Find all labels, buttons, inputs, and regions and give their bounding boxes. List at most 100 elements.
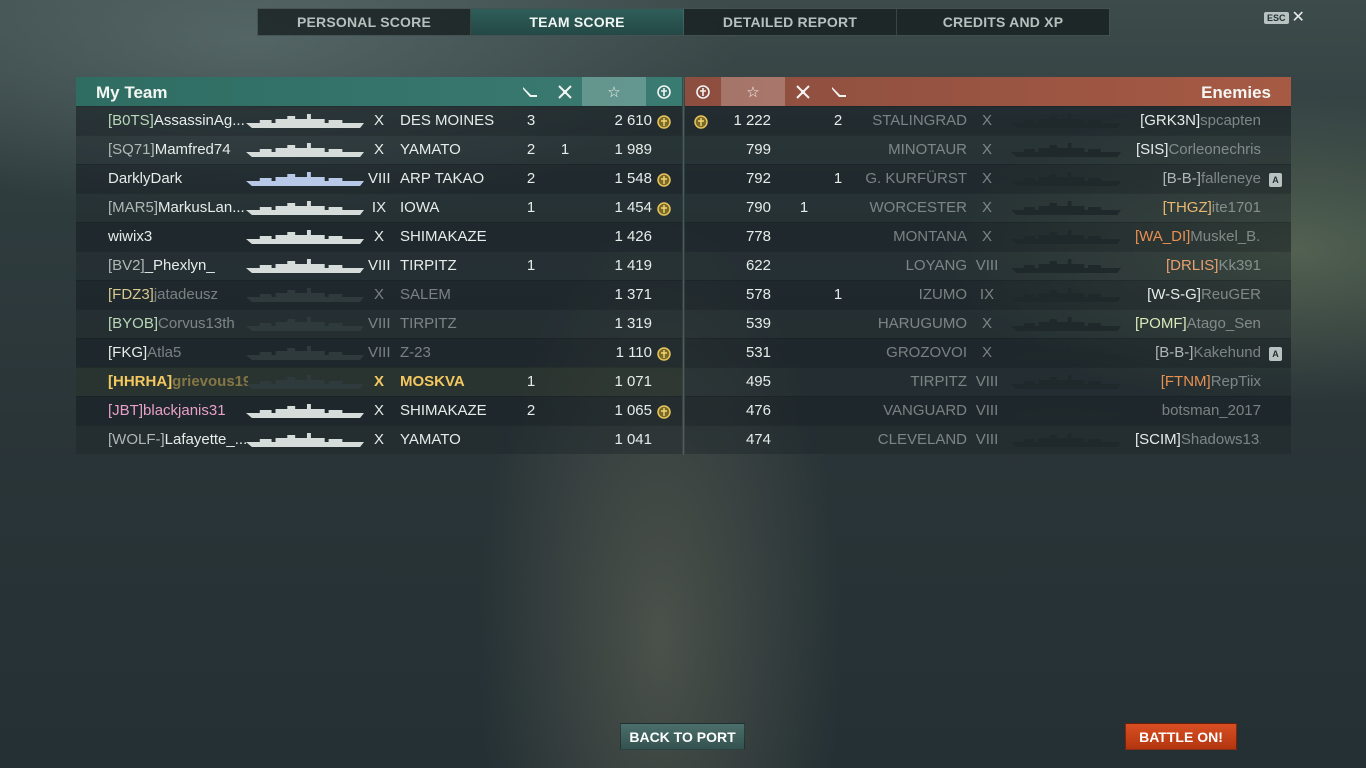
ship-name: HARUGUMO — [877, 315, 967, 332]
ship-name: ARP TAKAO — [400, 170, 485, 187]
player-name[interactable]: [THGZ]ite1701 — [1135, 199, 1261, 217]
player-nickname: AssassinAg... — [153, 112, 245, 129]
player-nickname: Mamfred74 — [154, 141, 231, 158]
table-row[interactable]: 1 222 2 STALINGRAD X [GRK3N]spcapten — [685, 106, 1291, 135]
table-row[interactable]: [JBT]blackjanis31 X SHIMAKAZE 2 1 065 — [76, 396, 682, 425]
ship-silhouette — [246, 229, 364, 245]
player-nickname: MarkusLan... — [158, 199, 245, 216]
ship-tier: IX — [979, 286, 995, 303]
torpedo-icon[interactable] — [821, 77, 857, 106]
clan-tag: [B0TS] — [108, 112, 154, 129]
ship-name: GROZOVOI — [886, 344, 967, 361]
player-name[interactable]: [POMF]Atago_Sen... — [1135, 315, 1261, 333]
player-nickname: ite1701 — [1211, 199, 1261, 216]
player-name[interactable]: [B0TS]AssassinAg... — [108, 112, 248, 130]
base-xp-score: 1 548 — [614, 170, 652, 187]
back-to-port-button[interactable]: BACK TO PORT — [620, 723, 745, 750]
close-button[interactable]: ESC ✕ — [1264, 10, 1305, 26]
panel-divider — [683, 77, 684, 455]
table-row[interactable]: 790 1 WORCESTER X [THGZ]ite1701 — [685, 193, 1291, 222]
table-row[interactable]: [MAR5]MarkusLan... IX IOWA 1 1 454 — [76, 193, 682, 222]
player-name[interactable]: [SCIM]Shadows13... — [1135, 431, 1261, 449]
player-name[interactable]: [FDZ3]jatadeusz — [108, 286, 248, 304]
table-row[interactable]: 792 1 G. KURFÜRST X [B-B-]falleneye A — [685, 164, 1291, 193]
player-nickname: Lafayette_... — [164, 431, 248, 448]
clan-tag: [DRLIS] — [1165, 257, 1219, 274]
ship-tier: VIII — [975, 257, 999, 274]
player-name[interactable]: [B-B-]Kakehund — [1135, 344, 1261, 362]
table-row[interactable]: [SQ71]Mamfred74 X YAMATO 2 1 1 989 — [76, 135, 682, 164]
player-name[interactable]: [WA_DI]Muskel_B... — [1135, 228, 1261, 246]
table-row[interactable]: [FDZ3]jatadeusz X SALEM 1 371 — [76, 280, 682, 309]
base-xp-score: 2 610 — [614, 112, 652, 129]
ribbon-icon[interactable] — [646, 77, 682, 106]
ship-tier: VIII — [368, 257, 391, 274]
tab-detailed-report[interactable]: DETAILED REPORT — [684, 9, 897, 35]
plane-kill-icon[interactable] — [785, 77, 821, 106]
ship-tier: X — [373, 141, 384, 158]
table-row[interactable]: 474 CLEVELAND VIII [SCIM]Shadows13... — [685, 425, 1291, 454]
player-name[interactable]: [BYOB]Corvus13th — [108, 315, 248, 333]
table-row[interactable]: [FKG]Atla5 VIII Z-23 1 110 — [76, 338, 682, 367]
clan-tag: [FDZ3] — [108, 286, 154, 303]
battle-on-button[interactable]: BATTLE ON! — [1125, 723, 1237, 750]
plane-kill-icon[interactable] — [548, 77, 582, 106]
tab-bar: PERSONAL SCORE TEAM SCORE DETAILED REPOR… — [257, 8, 1110, 36]
table-row[interactable]: 476 VANGUARD VIII botsman_2017 — [685, 396, 1291, 425]
ribbon-icon[interactable] — [685, 77, 721, 106]
ship-name: YAMATO — [400, 141, 461, 158]
player-name[interactable]: [FKG]Atla5 — [108, 344, 248, 362]
table-row[interactable]: 495 TIRPITZ VIII [FTNM]RepTiix — [685, 367, 1291, 396]
table-row[interactable]: 578 1 IZUMO IX [W-S-G]ReuGER — [685, 280, 1291, 309]
torpedo-icon[interactable] — [512, 77, 548, 106]
table-row[interactable]: wiwix3 X SHIMAKAZE 1 426 — [76, 222, 682, 251]
tab-credits-and-xp[interactable]: CREDITS AND XP — [897, 9, 1109, 35]
player-nickname: botsman_2017 — [1161, 402, 1261, 419]
player-name[interactable]: [WOLF-]Lafayette_... — [108, 431, 248, 449]
torpedo-hits: 3 — [526, 112, 536, 129]
player-name[interactable]: [SIS]Corleonechris — [1135, 141, 1261, 159]
table-row[interactable]: 778 MONTANA X [WA_DI]Muskel_B... — [685, 222, 1291, 251]
star-icon[interactable]: ☆ — [721, 77, 785, 106]
ship-tier: VIII — [975, 431, 999, 448]
clan-tag: [BYOB] — [108, 315, 159, 332]
table-row[interactable]: [B0TS]AssassinAg... X DES MOINES 3 2 610 — [76, 106, 682, 135]
ship-silhouette — [1011, 200, 1121, 216]
table-row[interactable]: [BV2]_Phexlyn_ VIII TIRPITZ 1 1 419 — [76, 251, 682, 280]
player-name[interactable]: [W-S-G]ReuGER — [1135, 286, 1261, 304]
close-icon[interactable]: ✕ — [1292, 10, 1305, 26]
player-name[interactable]: [FTNM]RepTiix — [1135, 373, 1261, 391]
clan-tag: [GRK3N] — [1140, 112, 1201, 129]
ship-silhouette — [246, 113, 364, 129]
table-row[interactable]: [BYOB]Corvus13th VIII TIRPITZ 1 319 — [76, 309, 682, 338]
player-name[interactable]: [JBT]blackjanis31 — [108, 402, 248, 420]
base-xp-score: 539 — [745, 315, 771, 332]
player-name[interactable]: [B-B-]falleneye — [1135, 170, 1261, 188]
table-row[interactable]: DarklyDark VIII ARP TAKAO 2 1 548 — [76, 164, 682, 193]
tab-team-score[interactable]: TEAM SCORE — [471, 9, 684, 35]
table-row[interactable]: [WOLF-]Lafayette_... X YAMATO 1 041 — [76, 425, 682, 454]
player-name[interactable]: [BV2]_Phexlyn_ — [108, 257, 248, 275]
tab-personal-score[interactable]: PERSONAL SCORE — [258, 9, 471, 35]
ship-name: TIRPITZ — [910, 373, 967, 390]
player-name[interactable]: [HHRHA]grievous19... — [108, 373, 248, 391]
table-row[interactable]: 799 MINOTAUR X [SIS]Corleonechris — [685, 135, 1291, 164]
table-row[interactable]: 622 LOYANG VIII [DRLIS]Kk391 — [685, 251, 1291, 280]
ship-name: LOYANG — [905, 257, 967, 274]
player-name[interactable]: wiwix3 — [108, 228, 248, 246]
ship-tier: VIII — [975, 373, 999, 390]
table-row[interactable]: 531 GROZOVOI X [B-B-]Kakehund A — [685, 338, 1291, 367]
player-name[interactable]: DarklyDark — [108, 170, 248, 188]
clan-tag: [WOLF-] — [108, 431, 165, 448]
table-row[interactable]: 539 HARUGUMO X [POMF]Atago_Sen... — [685, 309, 1291, 338]
player-name[interactable]: [MAR5]MarkusLan... — [108, 199, 248, 217]
star-icon[interactable]: ☆ — [582, 77, 646, 106]
ship-tier: X — [981, 112, 992, 129]
ship-name: MINOTAUR — [888, 141, 967, 158]
player-name[interactable]: [SQ71]Mamfred74 — [108, 141, 248, 159]
ribbon-icon — [656, 201, 672, 222]
table-row[interactable]: [HHRHA]grievous19... X MOSKVA 1 1 071 — [76, 367, 682, 396]
player-name[interactable]: botsman_2017 — [1135, 402, 1261, 420]
player-name[interactable]: [DRLIS]Kk391 — [1135, 257, 1261, 275]
player-name[interactable]: [GRK3N]spcapten — [1135, 112, 1261, 130]
